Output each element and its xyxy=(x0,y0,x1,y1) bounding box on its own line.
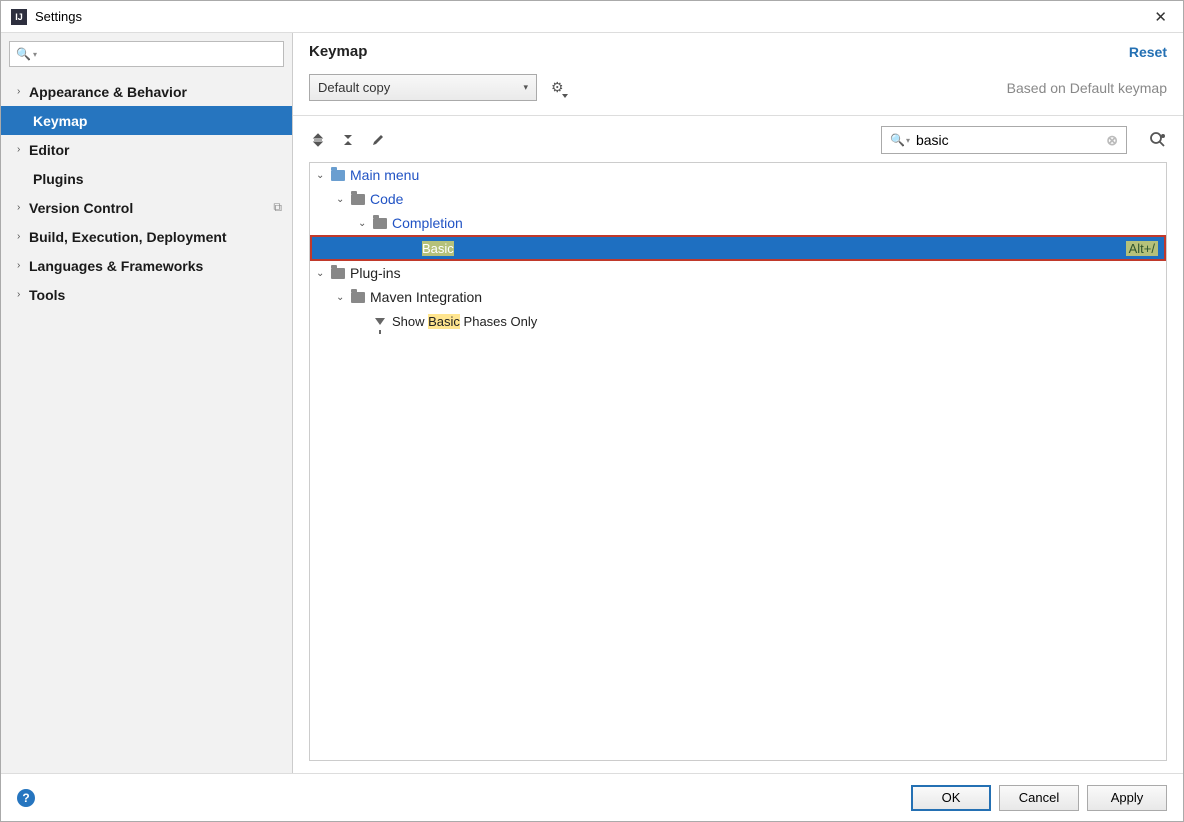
sidebar-item-label: Languages & Frameworks xyxy=(29,258,203,274)
sidebar-item-languages[interactable]: › Languages & Frameworks xyxy=(1,251,292,280)
sidebar-item-label: Keymap xyxy=(33,113,87,129)
gear-icon[interactable]: ⚙ xyxy=(551,79,564,96)
sidebar-item-label: Plugins xyxy=(33,171,84,187)
apply-button[interactable]: Apply xyxy=(1087,785,1167,811)
sidebar-item-build[interactable]: › Build, Execution, Deployment xyxy=(1,222,292,251)
tree-label: Basic xyxy=(422,240,454,256)
sidebar-list: › Appearance & Behavior Keymap › Editor … xyxy=(1,75,292,773)
search-icon: 🔍 xyxy=(890,133,905,147)
chevron-down-icon: ▾ xyxy=(33,50,37,59)
chevron-down-icon: ⌄ xyxy=(316,268,330,279)
sidebar-item-keymap[interactable]: Keymap xyxy=(1,106,292,135)
app-icon: IJ xyxy=(11,9,27,25)
sidebar-item-label: Appearance & Behavior xyxy=(29,84,187,100)
sidebar-search[interactable]: 🔍▾ xyxy=(9,41,284,67)
panel-title: Keymap xyxy=(309,43,1129,60)
chevron-down-icon: ⌄ xyxy=(316,170,330,181)
dialog-buttons: ? OK Cancel Apply xyxy=(1,773,1183,821)
tree-node-completion[interactable]: ⌄ Completion xyxy=(310,211,1166,235)
edit-icon[interactable] xyxy=(369,131,387,149)
collapse-all-icon[interactable] xyxy=(339,131,357,149)
find-action-by-shortcut-icon[interactable] xyxy=(1149,131,1167,149)
tree-node-basic[interactable]: Basic Alt+/ xyxy=(310,235,1166,261)
chevron-right-icon: › xyxy=(17,144,29,155)
filter-icon xyxy=(372,314,388,328)
titlebar: IJ Settings ✕ xyxy=(1,1,1183,33)
sidebar-item-appearance[interactable]: › Appearance & Behavior xyxy=(1,77,292,106)
chevron-right-icon: › xyxy=(17,202,29,213)
folder-icon xyxy=(330,266,346,280)
sidebar-item-version-control[interactable]: › Version Control ⧉ xyxy=(1,193,292,222)
reset-link[interactable]: Reset xyxy=(1129,44,1167,60)
sidebar: 🔍▾ › Appearance & Behavior Keymap › Edit… xyxy=(1,33,293,773)
tree-label: Main menu xyxy=(350,167,419,183)
tree-search[interactable]: 🔍▾ ⊗ xyxy=(881,126,1127,154)
tree-node-maven[interactable]: ⌄ Maven Integration xyxy=(310,285,1166,309)
keymap-select[interactable]: Default copy ▾ xyxy=(309,74,537,101)
sidebar-item-plugins[interactable]: Plugins xyxy=(1,164,292,193)
chevron-right-icon: › xyxy=(17,86,29,97)
tree-node-plugins[interactable]: ⌄ Plug-ins xyxy=(310,261,1166,285)
tree-label: Maven Integration xyxy=(370,289,482,305)
clear-icon[interactable]: ⊗ xyxy=(1106,132,1118,149)
chevron-right-icon: › xyxy=(17,260,29,271)
expand-all-icon[interactable] xyxy=(309,131,327,149)
close-icon[interactable]: ✕ xyxy=(1148,8,1173,26)
based-on-label: Based on Default keymap xyxy=(1007,80,1167,96)
keymap-select-value: Default copy xyxy=(318,80,523,95)
sidebar-item-label: Tools xyxy=(29,287,65,303)
project-scope-icon: ⧉ xyxy=(273,200,282,215)
shortcut-badge: Alt+/ xyxy=(1126,241,1158,256)
window-title: Settings xyxy=(35,9,1148,24)
tree-node-main-menu[interactable]: ⌄ Main menu xyxy=(310,163,1166,187)
settings-panel: Keymap Reset Default copy ▾ ⚙ Based on D… xyxy=(293,33,1183,773)
tree-node-code[interactable]: ⌄ Code xyxy=(310,187,1166,211)
main-split: 🔍▾ › Appearance & Behavior Keymap › Edit… xyxy=(1,33,1183,773)
sidebar-item-tools[interactable]: › Tools xyxy=(1,280,292,309)
chevron-right-icon: › xyxy=(17,289,29,300)
panel-header: Keymap Reset xyxy=(293,33,1183,68)
tree-toolbar: 🔍▾ ⊗ xyxy=(293,116,1183,162)
keymap-selector-row: Default copy ▾ ⚙ Based on Default keymap xyxy=(293,68,1183,116)
chevron-down-icon: ⌄ xyxy=(336,194,350,205)
chevron-down-icon: ▾ xyxy=(906,136,910,145)
chevron-down-icon: ⌄ xyxy=(336,292,350,303)
chevron-down-icon: ⌄ xyxy=(358,218,372,229)
help-icon[interactable]: ? xyxy=(17,789,35,807)
sidebar-item-editor[interactable]: › Editor xyxy=(1,135,292,164)
tree-search-input[interactable] xyxy=(916,132,1106,148)
folder-icon xyxy=(350,192,366,206)
sidebar-item-label: Build, Execution, Deployment xyxy=(29,229,227,245)
cancel-button[interactable]: Cancel xyxy=(999,785,1079,811)
chevron-down-icon: ▾ xyxy=(523,82,528,93)
chevron-right-icon: › xyxy=(17,231,29,242)
tree-label: Code xyxy=(370,191,403,207)
tree-node-show-basic-phases[interactable]: ⌄ Show Basic Phases Only xyxy=(310,309,1166,333)
tree-label: Show Basic Phases Only xyxy=(392,313,537,329)
tree-label: Completion xyxy=(392,215,463,231)
keymap-tree[interactable]: ⌄ Main menu ⌄ Code ⌄ Completion Basic Al… xyxy=(309,162,1167,761)
tree-label: Plug-ins xyxy=(350,265,401,281)
folder-icon xyxy=(350,290,366,304)
search-icon: 🔍 xyxy=(16,47,31,61)
sidebar-item-label: Editor xyxy=(29,142,69,158)
folder-icon xyxy=(372,216,388,230)
sidebar-item-label: Version Control xyxy=(29,200,133,216)
menu-folder-icon xyxy=(330,168,346,182)
ok-button[interactable]: OK xyxy=(911,785,991,811)
